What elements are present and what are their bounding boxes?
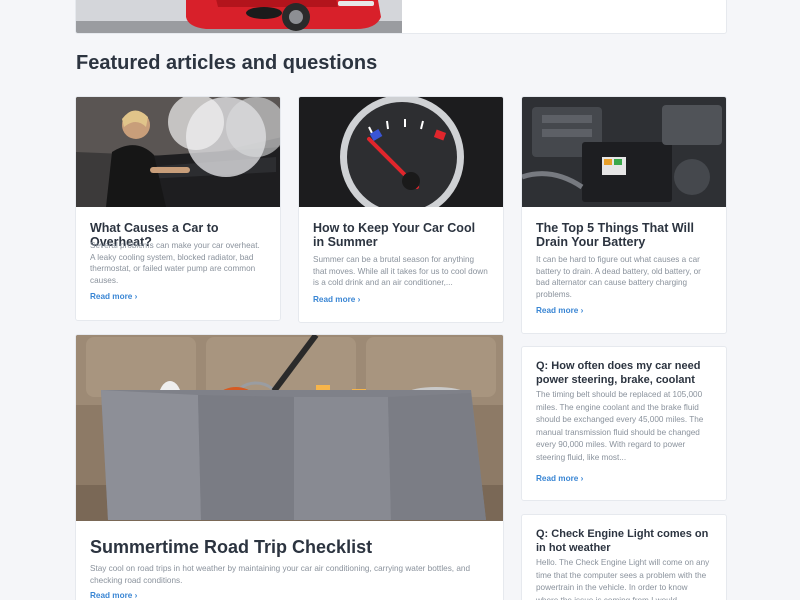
article-card-keep-cool[interactable]: How to Keep Your Car Cool in Summer Summ…	[298, 96, 504, 323]
top-article-card[interactable]	[75, 0, 727, 34]
read-more-link[interactable]: Read more ›	[536, 474, 583, 483]
read-more-link[interactable]: Read more ›	[313, 295, 360, 304]
question-title[interactable]: Q: How often does my car need power stee…	[536, 360, 714, 387]
read-more-link[interactable]: Read more ›	[90, 292, 137, 301]
article-title[interactable]: The Top 5 Things That Will Drain Your Ba…	[536, 221, 712, 249]
read-more-link[interactable]: Read more ›	[90, 591, 137, 600]
featured-article-card[interactable]: Summertime Road Trip Checklist Stay cool…	[75, 334, 504, 600]
read-more-link[interactable]: Read more ›	[536, 306, 583, 315]
question-title[interactable]: Q: Check Engine Light comes on in hot we…	[536, 528, 714, 555]
featured-article-title[interactable]: Summertime Road Trip Checklist	[90, 537, 372, 558]
question-card-fluids[interactable]: Q: How often does my car need power stee…	[521, 346, 727, 501]
car-battery-image	[522, 97, 726, 207]
featured-article-description: Stay cool on road trips in hot weather b…	[90, 564, 471, 585]
question-card-check-engine[interactable]: Q: Check Engine Light comes on in hot we…	[521, 514, 727, 600]
article-card-overheat[interactable]: What Causes a Car to Overheat? Several p…	[75, 96, 281, 321]
section-title: Featured articles and questions	[76, 52, 378, 74]
article-title[interactable]: How to Keep Your Car Cool in Summer	[313, 221, 489, 249]
overheating-engine-image	[76, 97, 280, 207]
trunk-organizer-image	[76, 335, 503, 521]
article-description: It can be hard to figure out what causes…	[536, 255, 701, 299]
temperature-gauge-image	[299, 97, 503, 207]
article-description: Several problems can make your car overh…	[90, 241, 260, 285]
question-description: Hello. The Check Engine Light will come …	[536, 558, 710, 600]
article-description: Summer can be a brutal season for anythi…	[313, 255, 488, 287]
red-car-image	[76, 0, 402, 33]
article-card-battery[interactable]: The Top 5 Things That Will Drain Your Ba…	[521, 96, 727, 334]
question-description: The timing belt should be replaced at 10…	[536, 390, 704, 462]
